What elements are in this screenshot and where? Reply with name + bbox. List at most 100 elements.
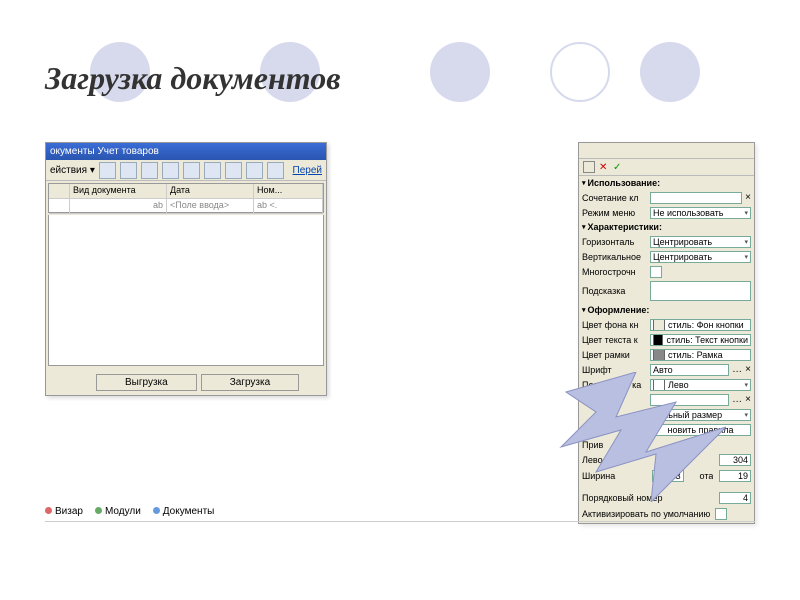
select-fg-color[interactable]: стиль: Текст кнопки [650,334,751,346]
row-shortcut: Сочетание кл × [579,190,754,205]
swatch-icon [653,349,665,361]
number-input-btn[interactable]: ab <. [254,199,323,213]
input-shortcut[interactable] [650,192,742,204]
slide: Загрузка документов окументы Учет товаро… [0,0,800,600]
select-font[interactable]: Авто [650,364,729,376]
row-tab-order: Порядковый номер 4 [579,490,754,506]
footer-tab-label: Модули [105,506,141,517]
grid-col-date[interactable]: Дата [167,184,254,198]
deco-circle [640,42,700,102]
row-bg-color: Цвет фона кн стиль: Фон кнопки [579,317,754,332]
label-left: Лево [582,455,647,465]
deco-circle [550,42,610,102]
button-set-rules[interactable]: новить правила [650,424,751,436]
label-picture: Кар [582,395,647,405]
actions-menu[interactable]: ействия ▾ [50,165,95,176]
footer-tab[interactable]: Документы [153,506,215,517]
page-title: Загрузка документов [45,60,341,97]
label-width: Ширина [582,471,646,481]
row-size: Ширина 123 ота 19 [579,468,754,484]
section-usage[interactable]: Использование: [579,176,754,190]
window-titlebar: окументы Учет товаров [46,143,326,160]
close-icon[interactable]: ✕ [599,162,609,172]
select-picture[interactable] [650,394,729,406]
toolbar-icon[interactable] [120,162,137,179]
toolbar-icon[interactable] [99,162,116,179]
grid-body[interactable] [48,215,324,366]
select-horizontal[interactable]: Центрировать [650,236,751,248]
clear-icon[interactable]: × [745,192,751,203]
select-menu-mode[interactable]: Не использовать [650,207,751,219]
label-vertical: Вертикальное [582,252,647,262]
toolbar-icon[interactable] [141,162,158,179]
fg-color-value: стиль: Текст кнопки [666,335,748,345]
toolbar-icon[interactable] [204,162,221,179]
props-toolbar: ✕ ✓ [579,159,754,176]
row-fg-color: Цвет текста к стиль: Текст кнопки [579,332,754,347]
toolbar-icon[interactable] [267,162,284,179]
doc-type-input-btn[interactable]: ab [70,199,167,213]
row-left-position: Лево 304 [579,452,754,468]
clear-icon[interactable]: × [745,394,751,405]
label-height: ота [690,471,714,481]
grid-marker-col [49,184,70,198]
select-pic-size[interactable]: еальный размер [650,409,751,421]
date-input[interactable]: <Поле ввода> [167,199,254,213]
props-titlebar [579,143,754,159]
label-horizontal: Горизонталь [582,237,647,247]
label-shortcut: Сочетание кл [582,193,647,203]
props-tool-icon[interactable] [583,161,595,173]
footer-tab[interactable]: Визар [45,506,83,517]
input-tab-order[interactable]: 4 [719,492,751,504]
section-decoration[interactable]: Оформление: [579,303,754,317]
swatch-icon [653,319,665,331]
label-menu-mode: Режим меню [582,208,647,218]
grid-header: Вид документа Дата Ном... ab <Поле ввода… [48,183,324,213]
label-border-color: Цвет рамки [582,350,647,360]
section-characteristics[interactable]: Характеристики: [579,220,754,234]
row-marker [49,199,70,213]
row-pic-position: Положение ка Лево [579,377,754,392]
checkbox-multiline[interactable] [650,266,662,278]
select-bg-color[interactable]: стиль: Фон кнопки [650,319,751,331]
documents-window: окументы Учет товаров ействия ▾ Перей Ви… [45,142,327,396]
toolbar: ействия ▾ Перей [46,160,326,181]
more-icon[interactable]: … [732,394,742,405]
row-activate-default: Активизировать по умолчанию [579,506,754,521]
bg-color-value: стиль: Фон кнопки [668,320,744,330]
more-icon[interactable]: … [732,364,742,375]
row-border-color: Цвет рамки стиль: Рамка [579,347,754,362]
border-color-value: стиль: Рамка [668,350,723,360]
input-hint[interactable] [650,281,751,301]
row-pic-size: еальный размер [579,407,754,422]
dot-icon [153,507,160,514]
footer-tab[interactable]: Модули [95,506,141,517]
input-width[interactable]: 123 [652,470,684,482]
goto-link[interactable]: Перей [293,165,322,176]
input-height[interactable]: 19 [719,470,751,482]
check-icon[interactable]: ✓ [613,162,623,172]
toolbar-icon[interactable] [183,162,200,179]
select-pic-position[interactable]: Лево [650,379,751,391]
footer-tabs: Визар Модули Документы [45,496,214,522]
clear-icon[interactable]: × [745,364,751,375]
lower-tabs: Выгрузка Загрузка [96,374,299,391]
label-fg-color: Цвет текста к [582,335,647,345]
tab-export[interactable]: Выгрузка [96,374,197,391]
label-pic-position: Положение ка [582,380,647,390]
checkbox-activate-default[interactable] [715,508,727,520]
select-border-color[interactable]: стиль: Рамка [650,349,751,361]
deco-circle [430,42,490,102]
toolbar-icon[interactable] [162,162,179,179]
label-activate-default: Активизировать по умолчанию [582,509,712,519]
select-vertical[interactable]: Центрировать [650,251,751,263]
tab-import[interactable]: Загрузка [201,374,299,391]
grid-col-number[interactable]: Ном... [254,184,323,198]
footer-tab-label: Документы [163,506,215,517]
row-horizontal: Горизонталь Центрировать [579,234,754,249]
toolbar-icon[interactable] [225,162,242,179]
toolbar-icon[interactable] [246,162,263,179]
grid-col-doc-type[interactable]: Вид документа [70,184,167,198]
input-left[interactable]: 304 [719,454,751,466]
dot-icon [45,507,52,514]
